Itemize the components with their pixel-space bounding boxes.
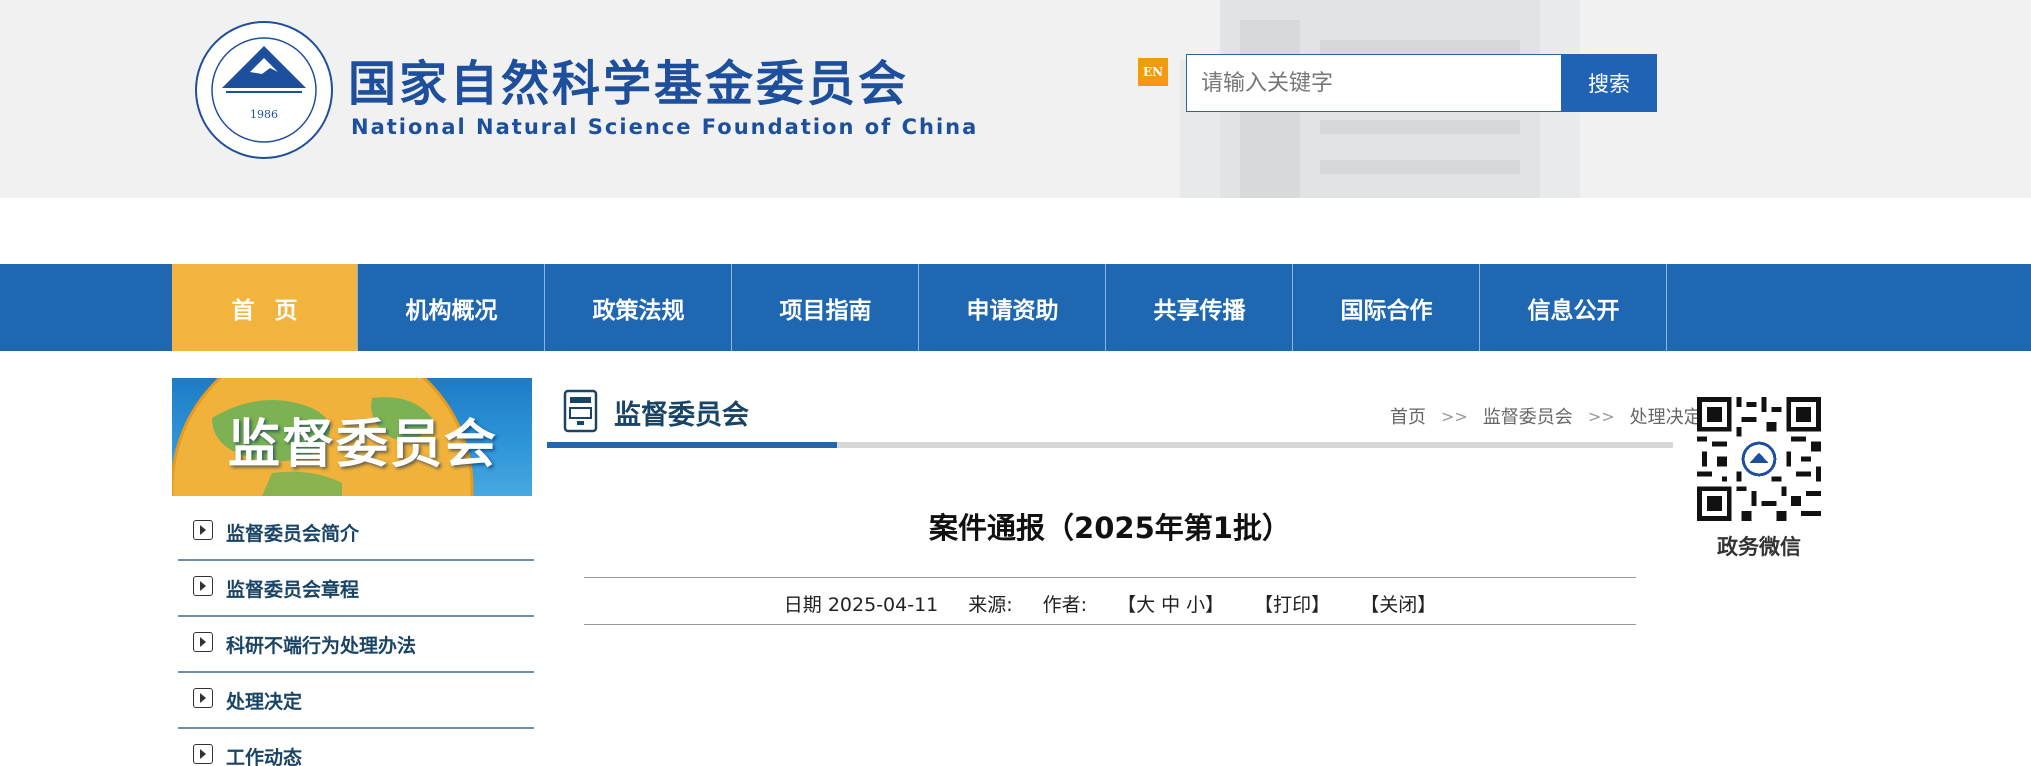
breadcrumb-committee[interactable]: 监督委员会 bbox=[1483, 403, 1573, 429]
article-title: 案件通报（2025年第1批） bbox=[929, 511, 1291, 545]
nav-item-guide[interactable]: 项目指南 bbox=[733, 264, 919, 351]
meta-divider-top bbox=[584, 577, 1636, 578]
sidebar-item-news[interactable]: 工作动态 bbox=[178, 729, 534, 766]
qr-caption: 政务微信 bbox=[1717, 535, 1801, 559]
section-title: 监督委员会 bbox=[614, 400, 749, 431]
sidebar-item-decisions[interactable]: 处理决定 bbox=[178, 673, 534, 729]
site-title-cn: 国家自然科学基金委员会 bbox=[348, 56, 910, 112]
nav-item-home[interactable]: 首页 bbox=[172, 264, 358, 351]
play-square-icon bbox=[193, 632, 213, 652]
play-square-icon bbox=[193, 744, 213, 764]
nav-item-about[interactable]: 机构概况 bbox=[359, 264, 545, 351]
breadcrumb: 首页 >> 监督委员会 >> 处理决定 bbox=[1390, 403, 1702, 429]
sidebar-banner-title: 监督委员会 bbox=[228, 415, 499, 475]
nav-item-funding[interactable]: 申请资助 bbox=[920, 264, 1106, 351]
article-meta: 日期 2025-04-11 来源: 作者: 【大 中 小】 【打印】 【关闭】 bbox=[584, 590, 1636, 617]
close-link[interactable]: 【关闭】 bbox=[1360, 590, 1436, 617]
article-date: 日期 2025-04-11 bbox=[783, 594, 939, 616]
nav-item-policy[interactable]: 政策法规 bbox=[546, 264, 732, 351]
svg-text:1986: 1986 bbox=[250, 108, 278, 121]
meta-divider-bottom bbox=[584, 624, 1636, 625]
sidebar-banner: 监督委员会 bbox=[172, 378, 532, 496]
nav-item-sharing[interactable]: 共享传播 bbox=[1107, 264, 1293, 351]
sidebar-item-label: 科研不端行为处理办法 bbox=[226, 635, 417, 657]
document-icon bbox=[563, 389, 598, 433]
sidebar-item-label: 监督委员会简介 bbox=[226, 523, 360, 545]
article-source: 来源: bbox=[968, 594, 1013, 616]
sidebar-menu: 监督委员会简介 监督委员会章程 科研不端行为处理办法 处理决定 工作动态 bbox=[178, 505, 534, 766]
sidebar-item-label: 工作动态 bbox=[226, 747, 303, 766]
search-input[interactable] bbox=[1186, 54, 1562, 112]
wechat-qr-code bbox=[1697, 397, 1821, 521]
section-divider-accent bbox=[547, 442, 837, 448]
sidebar-item-charter[interactable]: 监督委员会章程 bbox=[178, 561, 534, 617]
sidebar-item-misconduct-rules[interactable]: 科研不端行为处理办法 bbox=[178, 617, 534, 673]
breadcrumb-home[interactable]: 首页 bbox=[1390, 403, 1426, 429]
main-nav: 首页 机构概况 政策法规 项目指南 申请资助 共享传播 国际合作 信息公开 bbox=[0, 264, 2031, 351]
nav-item-international[interactable]: 国际合作 bbox=[1294, 264, 1480, 351]
font-size-control[interactable]: 【大 中 小】 bbox=[1117, 590, 1224, 617]
nsfc-seal-logo[interactable]: 1986 bbox=[192, 20, 336, 160]
nav-item-disclosure[interactable]: 信息公开 bbox=[1481, 264, 1667, 351]
english-language-link[interactable]: EN bbox=[1138, 58, 1168, 86]
play-square-icon bbox=[193, 576, 213, 596]
article-author: 作者: bbox=[1042, 594, 1088, 616]
sidebar-item-label: 监督委员会章程 bbox=[226, 579, 360, 601]
breadcrumb-current[interactable]: 处理决定 bbox=[1630, 403, 1702, 429]
site-title-en: National Natural Science Foundation of C… bbox=[351, 115, 979, 139]
sidebar-item-intro[interactable]: 监督委员会简介 bbox=[178, 505, 534, 561]
breadcrumb-separator: >> bbox=[1441, 406, 1468, 426]
play-square-icon bbox=[193, 520, 213, 540]
sidebar-item-label: 处理决定 bbox=[226, 691, 303, 713]
site-header: 1986 国家自然科学基金委员会 National Natural Scienc… bbox=[0, 0, 2031, 198]
play-square-icon bbox=[193, 688, 213, 708]
search-button[interactable]: 搜索 bbox=[1561, 54, 1657, 112]
print-link[interactable]: 【打印】 bbox=[1254, 590, 1330, 617]
breadcrumb-separator: >> bbox=[1587, 406, 1615, 426]
